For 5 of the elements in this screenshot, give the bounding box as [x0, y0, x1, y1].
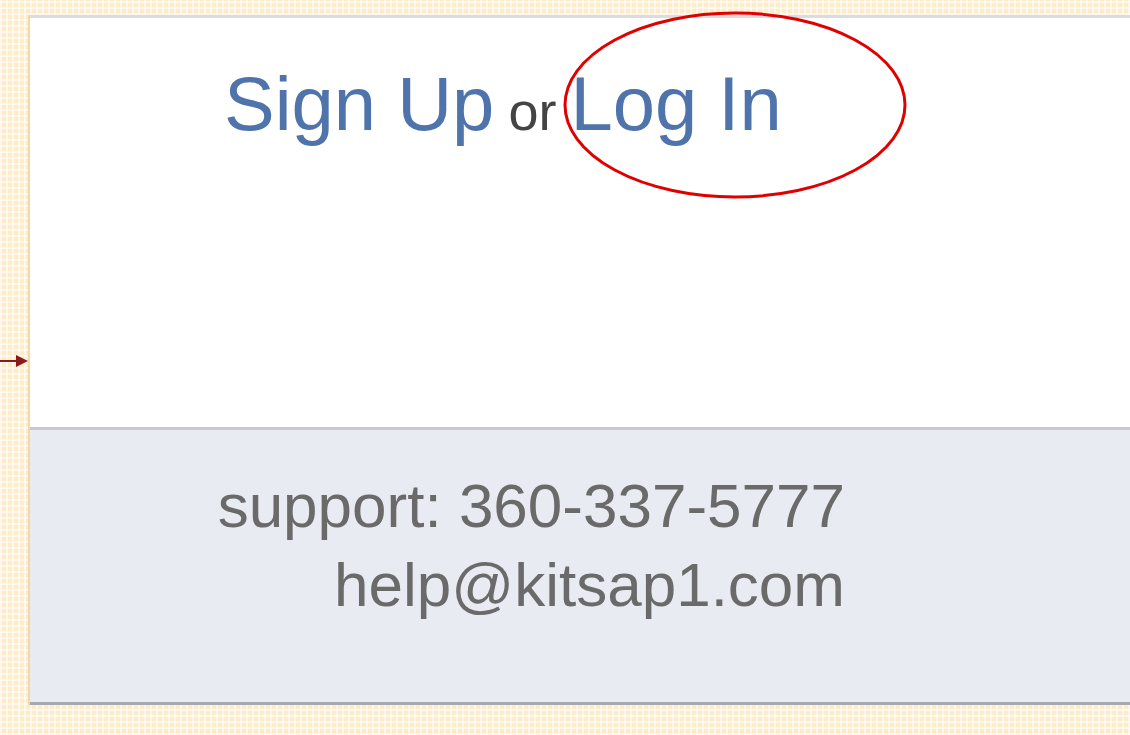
- separator-text: or: [508, 80, 557, 142]
- support-phone-text: support: 360-337-5777: [217, 470, 845, 541]
- sign-up-link[interactable]: Sign Up: [224, 60, 495, 147]
- support-email-text: help@kitsap1.com: [334, 549, 845, 620]
- arrow-icon: [0, 354, 28, 368]
